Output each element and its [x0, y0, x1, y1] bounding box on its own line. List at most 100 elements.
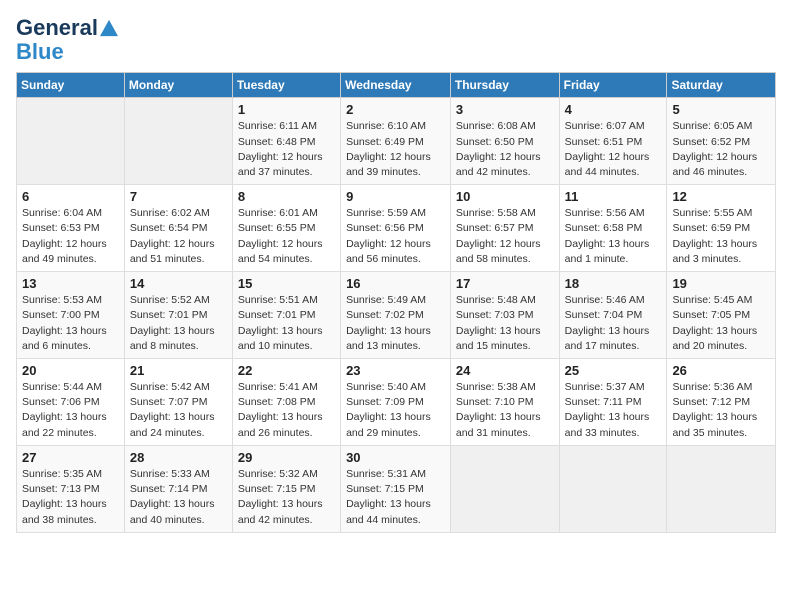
day-info: Sunrise: 5:33 AM Sunset: 7:14 PM Dayligh… [130, 467, 227, 528]
calendar-week-4: 20 Sunrise: 5:44 AM Sunset: 7:06 PM Dayli… [17, 359, 776, 446]
day-info: Sunrise: 5:56 AM Sunset: 6:58 PM Dayligh… [565, 206, 662, 267]
day-info: Sunrise: 5:49 AM Sunset: 7:02 PM Dayligh… [346, 293, 445, 354]
calendar-cell: 13 Sunrise: 5:53 AM Sunset: 7:00 PM Dayli… [17, 272, 125, 359]
weekday-header-saturday: Saturday [667, 73, 776, 98]
calendar-cell: 27 Sunrise: 5:35 AM Sunset: 7:13 PM Dayli… [17, 445, 125, 532]
calendar-cell: 15 Sunrise: 5:51 AM Sunset: 7:01 PM Dayli… [232, 272, 340, 359]
weekday-header-monday: Monday [124, 73, 232, 98]
calendar-cell: 28 Sunrise: 5:33 AM Sunset: 7:14 PM Dayli… [124, 445, 232, 532]
weekday-header-friday: Friday [559, 73, 667, 98]
day-info: Sunrise: 6:01 AM Sunset: 6:55 PM Dayligh… [238, 206, 335, 267]
day-number: 21 [130, 363, 227, 378]
day-info: Sunrise: 5:44 AM Sunset: 7:06 PM Dayligh… [22, 380, 119, 441]
day-info: Sunrise: 6:07 AM Sunset: 6:51 PM Dayligh… [565, 119, 662, 180]
day-number: 23 [346, 363, 445, 378]
day-number: 14 [130, 276, 227, 291]
day-info: Sunrise: 5:31 AM Sunset: 7:15 PM Dayligh… [346, 467, 445, 528]
calendar-cell: 18 Sunrise: 5:46 AM Sunset: 7:04 PM Dayli… [559, 272, 667, 359]
calendar-cell: 9 Sunrise: 5:59 AM Sunset: 6:56 PM Daylig… [341, 185, 451, 272]
calendar-cell: 3 Sunrise: 6:08 AM Sunset: 6:50 PM Daylig… [450, 98, 559, 185]
day-number: 1 [238, 102, 335, 117]
calendar-cell: 11Sunrise: 5:56 AM Sunset: 6:58 PM Dayli… [559, 185, 667, 272]
day-number: 19 [672, 276, 770, 291]
day-number: 15 [238, 276, 335, 291]
day-info: Sunrise: 5:35 AM Sunset: 7:13 PM Dayligh… [22, 467, 119, 528]
day-info: Sunrise: 5:37 AM Sunset: 7:11 PM Dayligh… [565, 380, 662, 441]
calendar-cell: 7Sunrise: 6:02 AM Sunset: 6:54 PM Daylig… [124, 185, 232, 272]
day-info: Sunrise: 5:36 AM Sunset: 7:12 PM Dayligh… [672, 380, 770, 441]
calendar-week-3: 13 Sunrise: 5:53 AM Sunset: 7:00 PM Dayli… [17, 272, 776, 359]
calendar-cell: 1 Sunrise: 6:11 AM Sunset: 6:48 PM Daylig… [232, 98, 340, 185]
logo: GeneralBlue [16, 16, 118, 64]
day-number: 27 [22, 450, 119, 465]
calendar-cell: 23 Sunrise: 5:40 AM Sunset: 7:09 PM Dayli… [341, 359, 451, 446]
calendar-cell [450, 445, 559, 532]
day-number: 4 [565, 102, 662, 117]
calendar-cell: 16 Sunrise: 5:49 AM Sunset: 7:02 PM Dayli… [341, 272, 451, 359]
day-number: 7 [130, 189, 227, 204]
day-number: 29 [238, 450, 335, 465]
calendar-cell: 12 Sunrise: 5:55 AM Sunset: 6:59 PM Dayli… [667, 185, 776, 272]
weekday-header-thursday: Thursday [450, 73, 559, 98]
calendar-cell: 19Sunrise: 5:45 AM Sunset: 7:05 PM Dayli… [667, 272, 776, 359]
day-info: Sunrise: 5:55 AM Sunset: 6:59 PM Dayligh… [672, 206, 770, 267]
calendar-cell: 8 Sunrise: 6:01 AM Sunset: 6:55 PM Daylig… [232, 185, 340, 272]
day-info: Sunrise: 5:53 AM Sunset: 7:00 PM Dayligh… [22, 293, 119, 354]
day-number: 16 [346, 276, 445, 291]
day-number: 9 [346, 189, 445, 204]
calendar-cell [667, 445, 776, 532]
day-number: 3 [456, 102, 554, 117]
calendar-week-5: 27 Sunrise: 5:35 AM Sunset: 7:13 PM Dayli… [17, 445, 776, 532]
day-info: Sunrise: 5:40 AM Sunset: 7:09 PM Dayligh… [346, 380, 445, 441]
day-number: 26 [672, 363, 770, 378]
day-number: 24 [456, 363, 554, 378]
calendar-week-2: 6Sunrise: 6:04 AM Sunset: 6:53 PM Daylig… [17, 185, 776, 272]
day-info: Sunrise: 5:42 AM Sunset: 7:07 PM Dayligh… [130, 380, 227, 441]
calendar-cell: 14 Sunrise: 5:52 AM Sunset: 7:01 PM Dayli… [124, 272, 232, 359]
calendar-cell: 10 Sunrise: 5:58 AM Sunset: 6:57 PM Dayli… [450, 185, 559, 272]
calendar-cell: 30Sunrise: 5:31 AM Sunset: 7:15 PM Dayli… [341, 445, 451, 532]
calendar-cell: 6Sunrise: 6:04 AM Sunset: 6:53 PM Daylig… [17, 185, 125, 272]
calendar-cell: 29 Sunrise: 5:32 AM Sunset: 7:15 PM Dayli… [232, 445, 340, 532]
day-info: Sunrise: 5:48 AM Sunset: 7:03 PM Dayligh… [456, 293, 554, 354]
page-header: GeneralBlue [16, 16, 776, 64]
day-number: 22 [238, 363, 335, 378]
day-info: Sunrise: 6:11 AM Sunset: 6:48 PM Dayligh… [238, 119, 335, 180]
day-number: 10 [456, 189, 554, 204]
calendar-cell: 2 Sunrise: 6:10 AM Sunset: 6:49 PM Daylig… [341, 98, 451, 185]
calendar-cell: 26 Sunrise: 5:36 AM Sunset: 7:12 PM Dayli… [667, 359, 776, 446]
logo-text: GeneralBlue [16, 16, 118, 64]
calendar-cell: 4 Sunrise: 6:07 AM Sunset: 6:51 PM Daylig… [559, 98, 667, 185]
calendar-week-1: 1 Sunrise: 6:11 AM Sunset: 6:48 PM Daylig… [17, 98, 776, 185]
calendar-cell: 25 Sunrise: 5:37 AM Sunset: 7:11 PM Dayli… [559, 359, 667, 446]
calendar-cell: 21 Sunrise: 5:42 AM Sunset: 7:07 PM Dayli… [124, 359, 232, 446]
calendar-cell [124, 98, 232, 185]
day-number: 25 [565, 363, 662, 378]
calendar-cell [17, 98, 125, 185]
calendar-cell: 20 Sunrise: 5:44 AM Sunset: 7:06 PM Dayli… [17, 359, 125, 446]
day-info: Sunrise: 5:41 AM Sunset: 7:08 PM Dayligh… [238, 380, 335, 441]
day-number: 20 [22, 363, 119, 378]
calendar-cell: 5Sunrise: 6:05 AM Sunset: 6:52 PM Daylig… [667, 98, 776, 185]
day-number: 17 [456, 276, 554, 291]
day-number: 6 [22, 189, 119, 204]
day-number: 12 [672, 189, 770, 204]
day-info: Sunrise: 5:51 AM Sunset: 7:01 PM Dayligh… [238, 293, 335, 354]
day-number: 2 [346, 102, 445, 117]
day-number: 18 [565, 276, 662, 291]
day-number: 28 [130, 450, 227, 465]
day-info: Sunrise: 5:59 AM Sunset: 6:56 PM Dayligh… [346, 206, 445, 267]
day-info: Sunrise: 5:58 AM Sunset: 6:57 PM Dayligh… [456, 206, 554, 267]
day-info: Sunrise: 5:32 AM Sunset: 7:15 PM Dayligh… [238, 467, 335, 528]
day-info: Sunrise: 6:08 AM Sunset: 6:50 PM Dayligh… [456, 119, 554, 180]
calendar-cell: 24Sunrise: 5:38 AM Sunset: 7:10 PM Dayli… [450, 359, 559, 446]
weekday-header-sunday: Sunday [17, 73, 125, 98]
calendar-cell: 22 Sunrise: 5:41 AM Sunset: 7:08 PM Dayli… [232, 359, 340, 446]
day-info: Sunrise: 5:52 AM Sunset: 7:01 PM Dayligh… [130, 293, 227, 354]
day-number: 8 [238, 189, 335, 204]
day-info: Sunrise: 6:10 AM Sunset: 6:49 PM Dayligh… [346, 119, 445, 180]
day-info: Sunrise: 5:46 AM Sunset: 7:04 PM Dayligh… [565, 293, 662, 354]
calendar-table: SundayMondayTuesdayWednesdayThursdayFrid… [16, 72, 776, 532]
day-number: 13 [22, 276, 119, 291]
weekday-header-wednesday: Wednesday [341, 73, 451, 98]
